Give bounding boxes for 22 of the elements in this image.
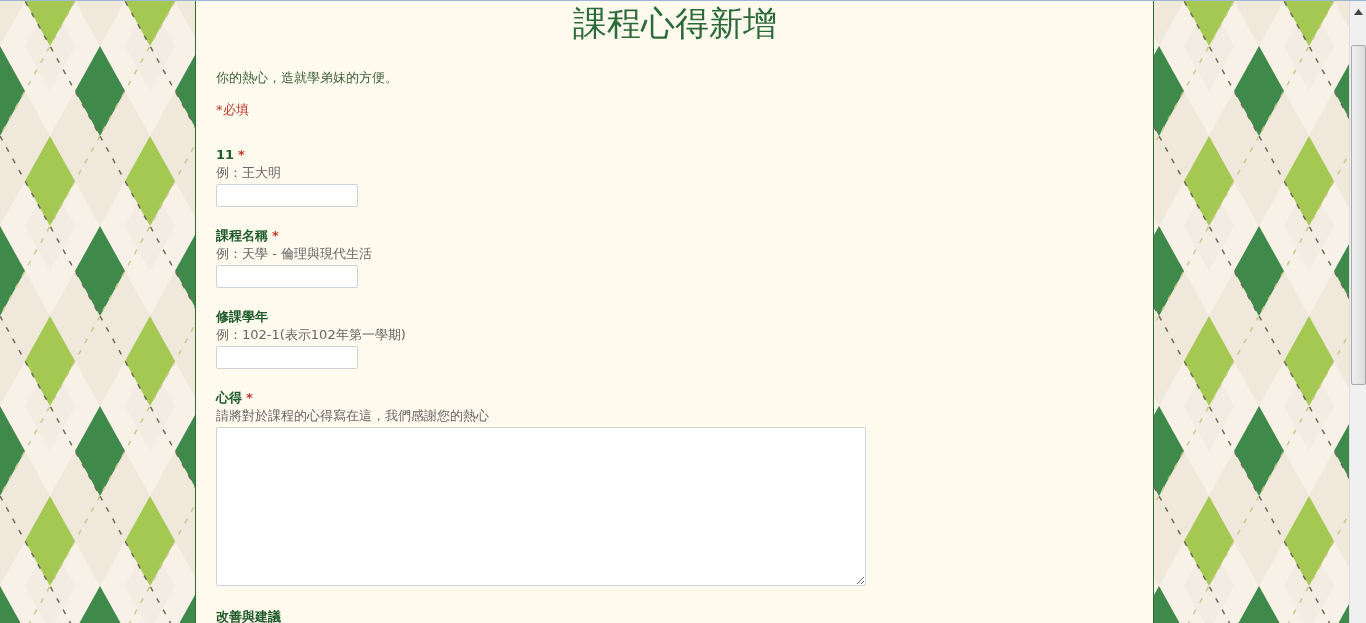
- text-input[interactable]: [216, 265, 358, 288]
- form-title: 課程心得新增: [571, 2, 778, 43]
- help-text: 例：王大明: [216, 164, 282, 182]
- field-label: 11: [216, 146, 235, 164]
- text-area[interactable]: [216, 427, 866, 586]
- scroll-up-icon[interactable]: [1353, 9, 1363, 15]
- required-mark: *: [246, 389, 253, 407]
- field-label: 心得: [216, 389, 242, 407]
- help-text: 例：天學 - 倫理與現代生活: [216, 245, 373, 263]
- text-input[interactable]: [216, 184, 358, 207]
- field-label: 修課學年: [216, 308, 268, 326]
- scrollbar[interactable]: [1349, 1, 1366, 623]
- help-text: 例：102-1(表示102年第一學期): [216, 326, 407, 344]
- field-label: 課程名稱: [216, 227, 268, 245]
- help-text: 請將對於課程的心得寫在這，我們感謝您的熱心: [216, 407, 490, 425]
- field-label: 改善與建議: [216, 608, 281, 623]
- scroll-thumb[interactable]: [1350, 45, 1366, 385]
- form-description: 你的熱心，造就學弟妹的方便。: [216, 69, 399, 86]
- required-mark: *: [272, 227, 279, 245]
- required-note: *必填: [216, 101, 250, 118]
- text-input[interactable]: [216, 346, 358, 369]
- required-mark: *: [238, 146, 245, 164]
